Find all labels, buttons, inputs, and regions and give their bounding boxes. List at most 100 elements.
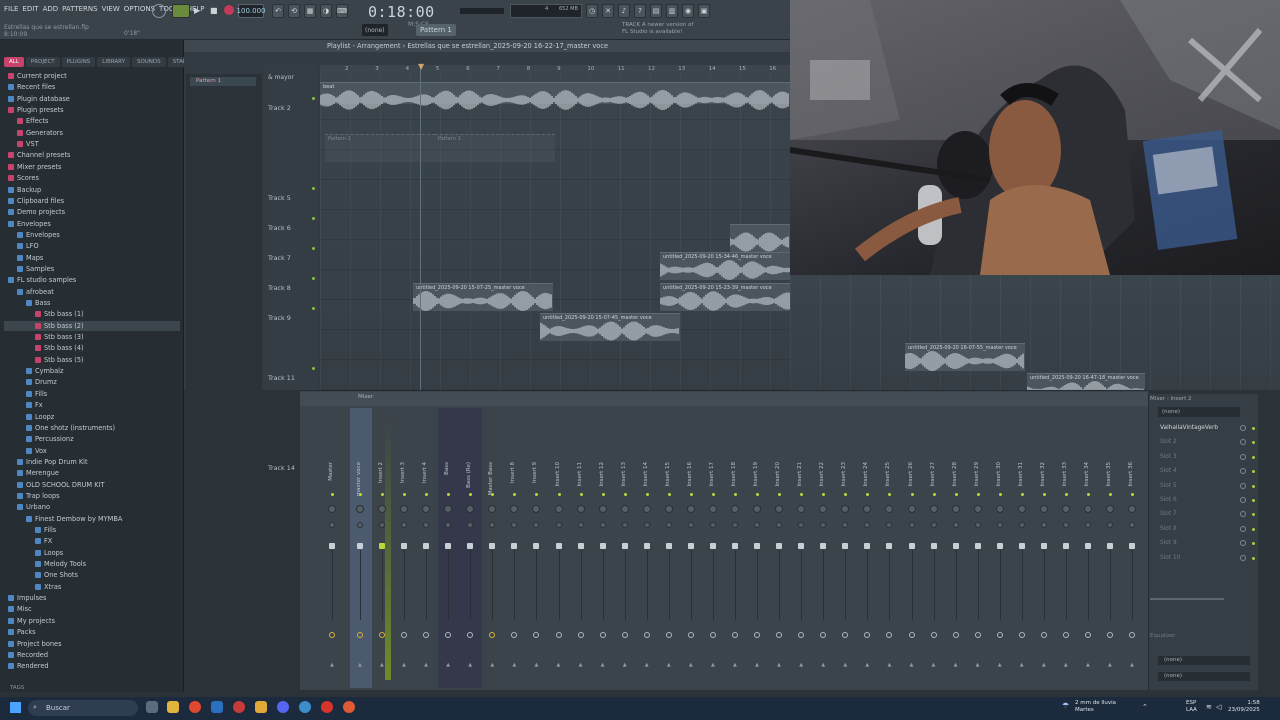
- browser-item[interactable]: Misc: [8, 604, 32, 614]
- playhead[interactable]: [420, 65, 421, 390]
- send-arrow-icon[interactable]: ▲: [446, 662, 450, 668]
- slot-mix-knob[interactable]: [1240, 453, 1246, 460]
- audio-clip[interactable]: untitled_2025-09-20 15-34-46_master voce: [660, 252, 800, 280]
- stereo-knob[interactable]: [709, 522, 716, 528]
- route-button[interactable]: [798, 632, 805, 638]
- volume-fader[interactable]: [886, 543, 893, 549]
- stereo-knob[interactable]: [665, 522, 672, 528]
- stereo-knob[interactable]: [908, 522, 915, 528]
- pan-knob[interactable]: [775, 505, 784, 513]
- loop-record-icon[interactable]: ⟲: [288, 4, 300, 18]
- mixer-strip[interactable]: Insert 2 ▲: [372, 410, 393, 680]
- stereo-knob[interactable]: [732, 522, 739, 528]
- mixer-strip[interactable]: Insert 11 ▲: [571, 410, 592, 680]
- send-arrow-icon[interactable]: ▲: [424, 662, 428, 668]
- browser-item[interactable]: Envelopes: [8, 219, 51, 229]
- audio-clip[interactable]: untitled_2025-09-20 16-47-18_master voce: [1027, 373, 1145, 401]
- playhead-marker-icon[interactable]: ▼: [418, 62, 424, 71]
- pan-knob[interactable]: [620, 505, 629, 513]
- pan-knob[interactable]: [951, 505, 960, 513]
- mixer-strip[interactable]: Insert 4 ▲: [416, 410, 437, 680]
- stereo-knob[interactable]: [996, 522, 1003, 528]
- route-button[interactable]: [1040, 632, 1047, 638]
- news-panel[interactable]: TRACK A newer version of FL Studio is av…: [622, 22, 693, 36]
- bar-number[interactable]: 6: [466, 66, 470, 72]
- browser-item[interactable]: One shotz (instruments): [26, 423, 115, 433]
- slot-mix-knob[interactable]: [1240, 554, 1246, 561]
- mixer-strip[interactable]: Insert 34 ▲: [1078, 410, 1099, 680]
- volume-fader[interactable]: [1040, 543, 1047, 549]
- pan-knob[interactable]: [907, 505, 916, 513]
- audio-clip[interactable]: untitled_2025-09-20 15-07-45_master voce: [540, 313, 680, 341]
- mixer-strip[interactable]: master voce ▲: [350, 410, 371, 680]
- send-arrow-icon[interactable]: ▲: [402, 662, 406, 668]
- browser-item[interactable]: Plugin database: [8, 94, 70, 104]
- tags-label[interactable]: TAGS: [10, 685, 24, 691]
- route-button[interactable]: [511, 632, 518, 638]
- mixer-strip[interactable]: Insert 26 ▲: [902, 410, 923, 680]
- send-arrow-icon[interactable]: ▲: [954, 662, 958, 668]
- send-arrow-icon[interactable]: ▲: [799, 662, 803, 668]
- countdown-icon[interactable]: ▦: [304, 4, 316, 18]
- send-arrow-icon[interactable]: ▲: [1086, 662, 1090, 668]
- pan-knob[interactable]: [642, 505, 651, 513]
- browser-item[interactable]: Fx: [26, 400, 43, 410]
- insert-slot[interactable]: Slot 7: [1156, 508, 1240, 520]
- stereo-knob[interactable]: [798, 522, 805, 528]
- browser-item[interactable]: Envelopes: [17, 230, 60, 240]
- browser-item[interactable]: Impulses: [8, 593, 47, 603]
- stereo-knob[interactable]: [1107, 522, 1114, 528]
- send-arrow-icon[interactable]: ▲: [468, 662, 472, 668]
- snap-selector[interactable]: (none): [362, 24, 388, 36]
- stereo-knob[interactable]: [555, 522, 562, 528]
- bar-number[interactable]: 3: [375, 66, 379, 72]
- route-button[interactable]: [467, 632, 474, 638]
- track-mute-led[interactable]: [312, 277, 315, 280]
- send-arrow-icon[interactable]: ▲: [711, 662, 715, 668]
- mixer-strip[interactable]: Insert 30 ▲: [990, 410, 1011, 680]
- route-button[interactable]: [379, 632, 386, 638]
- play-icon[interactable]: ▶: [194, 6, 200, 15]
- volume-fader[interactable]: [1062, 543, 1069, 549]
- blend-icon[interactable]: ◑: [320, 4, 332, 18]
- mixer-strip-led[interactable]: [932, 493, 936, 496]
- pan-knob[interactable]: [885, 505, 894, 513]
- snapshot-icon[interactable]: ◷: [586, 4, 598, 18]
- stereo-knob[interactable]: [820, 522, 827, 528]
- stereo-knob[interactable]: [1040, 522, 1047, 528]
- mixer-strip[interactable]: Insert 22 ▲: [813, 410, 834, 680]
- slot-mix-knob[interactable]: [1240, 425, 1246, 431]
- route-button[interactable]: [665, 632, 672, 638]
- insert-volume-slider[interactable]: [1150, 598, 1224, 600]
- send-arrow-icon[interactable]: ▲: [976, 662, 980, 668]
- mixer-strip-led[interactable]: [689, 493, 693, 496]
- stereo-knob[interactable]: [357, 522, 363, 528]
- route-button[interactable]: [1084, 632, 1091, 638]
- browser-item[interactable]: Fills: [26, 389, 47, 399]
- file-explorer-icon[interactable]: [167, 701, 179, 713]
- mixer-strip[interactable]: Insert 35 ▲: [1100, 410, 1121, 680]
- browser-item[interactable]: Project bones: [8, 639, 62, 649]
- insert-slot[interactable]: Slot 9: [1156, 537, 1240, 549]
- browser-item[interactable]: Mixer presets: [8, 162, 61, 172]
- route-button[interactable]: [886, 632, 893, 638]
- send-arrow-icon[interactable]: ▲: [667, 662, 671, 668]
- volume-fader[interactable]: [489, 543, 496, 549]
- mixer-strip-led[interactable]: [1131, 493, 1135, 496]
- pan-knob[interactable]: [466, 505, 475, 513]
- track-mute-led[interactable]: [312, 307, 315, 310]
- app-icon[interactable]: [233, 701, 245, 713]
- menu-edit[interactable]: EDIT: [22, 5, 38, 13]
- route-button[interactable]: [577, 632, 584, 638]
- audio-clip[interactable]: untitled_2025-09-20 15-07-25_master voce: [413, 283, 553, 311]
- volume-fader[interactable]: [864, 543, 871, 549]
- pan-knob[interactable]: [598, 505, 607, 513]
- browser-item[interactable]: FX: [35, 536, 52, 546]
- stereo-knob[interactable]: [329, 522, 335, 528]
- pan-knob[interactable]: [753, 505, 762, 513]
- bar-number[interactable]: 14: [709, 66, 716, 72]
- mixer-strip-led[interactable]: [998, 493, 1002, 496]
- volume-fader[interactable]: [842, 543, 849, 549]
- stereo-knob[interactable]: [467, 522, 474, 528]
- stereo-knob[interactable]: [445, 522, 452, 528]
